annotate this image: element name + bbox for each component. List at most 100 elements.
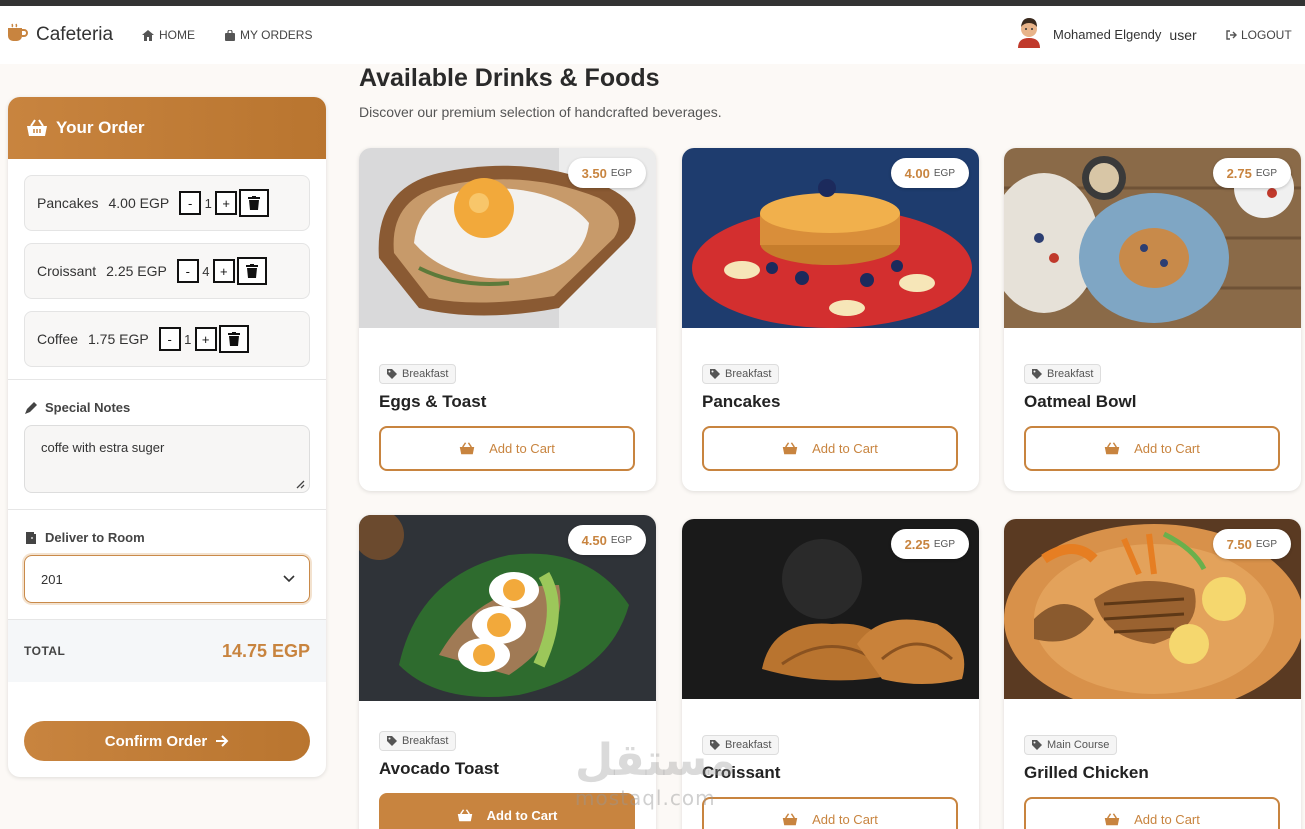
notes-section: Special Notes coffe with estra suger [8, 380, 326, 510]
price-badge: 2.75 EGP [1212, 158, 1291, 188]
decrease-qty-button[interactable]: - [179, 191, 202, 215]
add-to-cart-button[interactable]: Add to Cart [702, 426, 958, 471]
order-panel: Your Order Pancakes 4.00 EGP - 1 + Crois… [8, 97, 326, 777]
nav-orders-label: MY ORDERS [240, 28, 313, 42]
product-name: Grilled Chicken [1024, 763, 1149, 782]
logout-label: LOGOUT [1241, 28, 1292, 42]
room-label: Deliver to Room [24, 530, 310, 545]
decrease-qty-button[interactable]: - [176, 259, 199, 283]
tag-icon [1032, 740, 1042, 750]
product-name: Eggs & Toast [379, 392, 487, 411]
bag-icon [225, 29, 235, 41]
navbar: Cafeteria HOME MY ORDERS Mohamed Elgendy… [0, 6, 1305, 64]
remove-item-button[interactable] [218, 325, 249, 353]
page-title: Available Drinks & Foods [359, 64, 660, 92]
order-item: Croissant 2.25 EGP - 4 + [24, 243, 310, 299]
price-badge: 4.50 EGP [567, 525, 646, 555]
notes-label: Special Notes [24, 400, 310, 415]
product-image: 4.00 EGP [682, 148, 979, 328]
price-value: 3.50 [581, 165, 607, 181]
order-panel-header: Your Order [8, 97, 326, 159]
nav-orders-link[interactable]: MY ORDERS [225, 28, 312, 42]
door-icon [26, 531, 36, 544]
trash-icon [227, 332, 240, 346]
add-to-cart-button[interactable]: Add to Cart [1024, 797, 1280, 829]
order-item-price: 1.75 EGP [88, 331, 149, 347]
price-currency: EGP [1255, 167, 1277, 179]
tag-icon [710, 369, 720, 379]
category-label: Breakfast [725, 368, 772, 380]
product-image: 7.50 EGP [1004, 519, 1301, 699]
price-value: 2.25 [904, 536, 930, 552]
category-badge: Breakfast [1024, 364, 1102, 384]
nav-home-label: HOME [159, 28, 195, 42]
decrease-qty-button[interactable]: - [158, 327, 181, 351]
watermark-logo: مستقل [575, 735, 736, 786]
total-label: TOTAL [24, 644, 66, 658]
category-badge: Breakfast [379, 731, 457, 751]
order-item-qty: 1 [184, 331, 192, 347]
tag-icon [387, 369, 397, 379]
order-item-price: 2.25 EGP [106, 263, 167, 279]
price-currency: EGP [933, 167, 955, 179]
tag-icon [387, 736, 397, 746]
add-to-cart-label: Add to Cart [486, 808, 558, 823]
increase-qty-button[interactable]: + [212, 259, 235, 283]
user-role: user [1169, 26, 1197, 43]
category-badge: Breakfast [379, 364, 457, 384]
room-select[interactable]: 201 [24, 555, 310, 603]
product-name: Pancakes [702, 392, 781, 411]
special-notes-textarea[interactable]: coffe with estra suger [24, 425, 310, 493]
user-profile[interactable]: Mohamed Elgendy user [1015, 16, 1197, 53]
brand-name: Cafeteria [36, 24, 114, 45]
resize-handle-icon[interactable] [295, 479, 305, 489]
add-to-cart-label: Add to Cart [489, 441, 555, 456]
category-badge: Breakfast [702, 364, 780, 384]
add-to-cart-button[interactable]: Add to Cart [379, 426, 635, 471]
basket-icon [782, 813, 798, 826]
nav-home-link[interactable]: HOME [142, 28, 195, 42]
remove-item-button[interactable] [236, 257, 267, 285]
product-image: 4.50 EGP [359, 515, 656, 701]
product-image: 2.25 EGP [682, 519, 979, 699]
add-to-cart-label: Add to Cart [812, 812, 878, 827]
order-item-name: Coffee [37, 331, 78, 347]
product-card: 2.75 EGP Breakfast Oatmeal Bowl Add to C… [1004, 148, 1301, 491]
increase-qty-button[interactable]: + [215, 191, 238, 215]
add-to-cart-button[interactable]: Add to Cart [1024, 426, 1280, 471]
user-name: Mohamed Elgendy [1053, 27, 1162, 42]
basket-icon [1104, 442, 1120, 455]
logout-link[interactable]: LOGOUT [1226, 28, 1292, 42]
add-to-cart-label: Add to Cart [812, 441, 878, 456]
arrow-right-icon [216, 735, 229, 747]
product-name: Croissant [702, 763, 781, 782]
increase-qty-button[interactable]: + [194, 327, 217, 351]
price-currency: EGP [933, 538, 955, 550]
category-label: Breakfast [402, 735, 449, 747]
room-section: Deliver to Room 201 [8, 510, 326, 620]
order-panel-title: Your Order [56, 118, 145, 137]
basket-icon [1104, 813, 1120, 826]
price-value: 7.50 [1226, 536, 1252, 552]
avatar [1015, 16, 1043, 53]
trash-icon [245, 264, 258, 278]
watermark-url: mostaql.com [575, 786, 716, 810]
order-item: Pancakes 4.00 EGP - 1 + [24, 175, 310, 231]
add-to-cart-button[interactable]: Add to Cart [702, 797, 958, 829]
order-item-name: Pancakes [37, 195, 99, 211]
category-label: Breakfast [1047, 368, 1094, 380]
price-currency: EGP [1255, 538, 1277, 550]
remove-item-button[interactable] [239, 189, 270, 217]
coffee-cup-icon [6, 23, 28, 48]
order-item-name: Croissant [37, 263, 97, 279]
brand[interactable]: Cafeteria [6, 23, 113, 48]
add-to-cart-label: Add to Cart [1134, 441, 1200, 456]
room-label-text: Deliver to Room [45, 530, 145, 545]
category-label: Breakfast [402, 368, 449, 380]
basket-icon [457, 809, 472, 822]
product-card: 3.50 EGP Breakfast Eggs & Toast Add to C… [359, 148, 656, 491]
price-currency: EGP [610, 534, 632, 546]
total-row: TOTAL 14.75 EGP [8, 620, 326, 682]
product-card: 4.00 EGP Breakfast Pancakes Add to Cart [682, 148, 979, 491]
confirm-order-button[interactable]: Confirm Order [24, 721, 310, 761]
